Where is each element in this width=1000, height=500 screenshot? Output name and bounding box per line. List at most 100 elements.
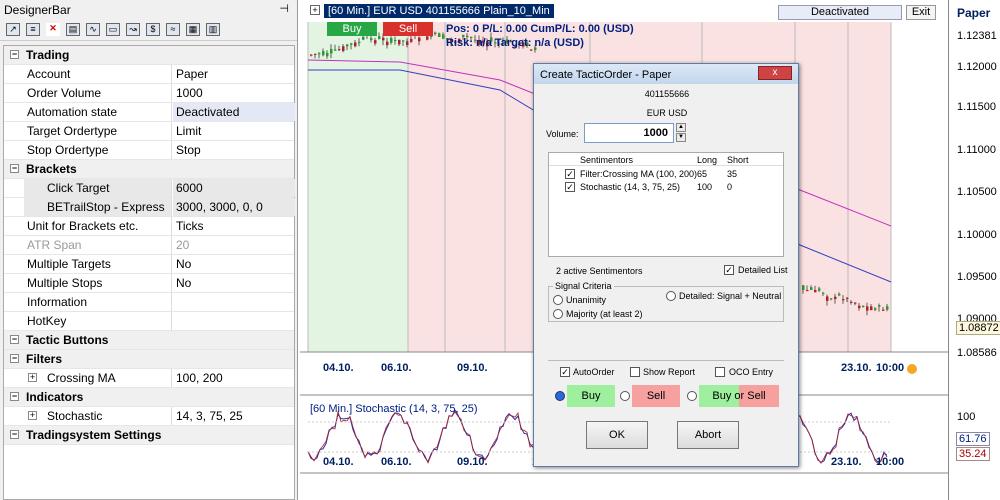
property-value[interactable]: No bbox=[173, 255, 295, 273]
stoch-d-tag: 35.24 bbox=[956, 447, 990, 461]
wave-icon[interactable]: ≈ bbox=[166, 23, 180, 36]
property-value[interactable] bbox=[173, 312, 295, 330]
close-icon[interactable]: x bbox=[758, 66, 792, 80]
property-row[interactable]: HotKey bbox=[4, 312, 294, 331]
list-icon[interactable]: ≡ bbox=[26, 23, 40, 36]
short-value: 35 bbox=[727, 169, 738, 179]
property-row[interactable]: Information bbox=[4, 293, 294, 312]
buy-or-sell-option[interactable]: Buy or Sell bbox=[699, 385, 779, 407]
property-row[interactable]: Multiple Targets No bbox=[4, 255, 294, 274]
volume-down-icon[interactable]: ▼ bbox=[676, 133, 686, 142]
property-value[interactable]: 1000 bbox=[173, 84, 295, 102]
candle-body bbox=[346, 44, 349, 47]
table-icon[interactable]: ▦ bbox=[186, 23, 200, 36]
category-row[interactable]: − Filters bbox=[4, 350, 294, 369]
candle-body bbox=[442, 34, 445, 39]
list-item[interactable]: ✓ Stochastic (14, 3, 75, 25) 100 0 bbox=[549, 181, 783, 193]
collapse-icon[interactable]: − bbox=[10, 164, 19, 173]
list-item[interactable]: ✓ Filter:Crossing MA (100, 200) 65 35 bbox=[549, 168, 783, 180]
chart-line-icon[interactable]: ∿ bbox=[86, 23, 100, 36]
property-value[interactable]: Limit bbox=[173, 122, 295, 140]
property-row[interactable]: Order Volume 1000 bbox=[4, 84, 294, 103]
printer-icon[interactable]: ▭ bbox=[106, 23, 120, 36]
property-row[interactable]: Account Paper bbox=[4, 65, 294, 84]
property-key: Stochastic bbox=[24, 407, 172, 425]
property-value[interactable]: 14, 3, 75, 25 bbox=[173, 407, 295, 425]
property-value[interactable]: 3000, 3000, 0, 0 bbox=[173, 198, 295, 216]
category-row[interactable]: − Trading bbox=[4, 46, 294, 65]
property-value[interactable]: Ticks bbox=[173, 217, 295, 235]
property-row[interactable]: Automation state Deactivated bbox=[4, 103, 295, 122]
property-row[interactable]: Stop Ordertype Stop bbox=[4, 141, 294, 160]
collapse-icon[interactable]: − bbox=[10, 392, 19, 401]
category-row[interactable]: − Indicators bbox=[4, 388, 294, 407]
sentimentor-checkbox[interactable]: ✓ bbox=[565, 169, 575, 179]
sentimentor-checkbox[interactable]: ✓ bbox=[565, 182, 575, 192]
candle-body bbox=[318, 53, 321, 55]
active-count: 2 active Sentimentors bbox=[556, 266, 643, 276]
property-row[interactable]: + Crossing MA 100, 200 bbox=[4, 369, 294, 388]
trend-icon[interactable]: ↝ bbox=[126, 23, 140, 36]
price-axis: Paper 1.12381 1.12000 1.11500 1.11000 1.1050… bbox=[948, 0, 1000, 500]
ok-button[interactable]: OK bbox=[586, 421, 648, 449]
chart-header: + [60 Min.] EUR USD 401155666 Plain_10_M… bbox=[300, 0, 1000, 22]
buy-option[interactable]: Buy bbox=[567, 385, 615, 407]
layout-icon[interactable]: ▥ bbox=[206, 23, 220, 36]
property-row[interactable]: + Stochastic 14, 3, 75, 25 bbox=[4, 407, 294, 426]
exit-button[interactable]: Exit bbox=[906, 5, 936, 20]
property-row[interactable]: Unit for Brackets etc. Ticks bbox=[4, 217, 294, 236]
category-row[interactable]: − Tactic Buttons bbox=[4, 331, 294, 350]
sell-option[interactable]: Sell bbox=[632, 385, 680, 407]
sell-radio[interactable] bbox=[620, 391, 630, 401]
majority-radio[interactable] bbox=[553, 309, 563, 319]
candle-body bbox=[350, 43, 353, 45]
collapse-icon[interactable]: − bbox=[10, 335, 19, 344]
property-value[interactable]: Paper bbox=[173, 65, 295, 83]
category-label: Tradingsystem Settings bbox=[26, 428, 162, 442]
properties-icon[interactable]: ▤ bbox=[66, 23, 80, 36]
y-tick-label: 1.12000 bbox=[957, 61, 997, 73]
property-value[interactable] bbox=[173, 293, 295, 311]
property-value[interactable]: No bbox=[173, 274, 295, 292]
category-row[interactable]: − Tradingsystem Settings bbox=[4, 426, 294, 445]
volume-input[interactable]: 1000 bbox=[584, 123, 674, 143]
sentimentor-list[interactable]: Sentimentors Long Short ✓ Filter:Crossin… bbox=[548, 152, 784, 257]
sell-button[interactable]: Sell bbox=[383, 22, 433, 36]
oco-checkbox[interactable] bbox=[715, 367, 725, 377]
col-long: Long bbox=[697, 155, 718, 165]
property-row[interactable]: +BETrailStop - Express3000, 3000, 0, 0 bbox=[4, 198, 295, 217]
property-value[interactable]: 20 bbox=[173, 236, 295, 254]
showreport-checkbox[interactable] bbox=[630, 367, 640, 377]
property-value[interactable]: 100, 200 bbox=[173, 369, 295, 387]
automation-state[interactable]: Deactivated bbox=[778, 5, 902, 20]
detailed-checkbox[interactable]: ✓ bbox=[724, 265, 734, 275]
candle-body bbox=[882, 309, 885, 311]
collapse-icon[interactable]: − bbox=[10, 50, 19, 59]
candle-body bbox=[374, 40, 377, 44]
property-row[interactable]: Multiple Stops No bbox=[4, 274, 294, 293]
collapse-icon[interactable]: − bbox=[10, 430, 19, 439]
candle-body bbox=[838, 293, 841, 296]
category-row[interactable]: − Brackets bbox=[4, 160, 294, 179]
property-row[interactable]: Target Ordertype Limit bbox=[4, 122, 294, 141]
autoorder-checkbox[interactable]: ✓ bbox=[560, 367, 570, 377]
volume-up-icon[interactable]: ▲ bbox=[676, 123, 686, 132]
wizard-icon[interactable]: ↗ bbox=[6, 23, 20, 36]
buy-radio[interactable] bbox=[555, 391, 565, 401]
collapse-icon[interactable]: − bbox=[10, 354, 19, 363]
property-row[interactable]: ATR Span 20 bbox=[4, 236, 294, 255]
abort-button[interactable]: Abort bbox=[677, 421, 739, 449]
property-value[interactable]: 6000 bbox=[173, 179, 295, 197]
property-row[interactable]: +Click Target6000 bbox=[4, 179, 295, 198]
buy-or-sell-radio[interactable] bbox=[687, 391, 697, 401]
expand-icon[interactable]: + bbox=[310, 5, 320, 15]
detailed-signal-radio[interactable] bbox=[666, 291, 676, 301]
delete-icon[interactable]: ✕ bbox=[46, 23, 60, 36]
dollar-icon[interactable]: $ bbox=[146, 23, 160, 36]
pin-icon[interactable]: ⊣ bbox=[279, 2, 289, 15]
property-value[interactable]: Stop bbox=[173, 141, 295, 159]
property-value[interactable]: Deactivated bbox=[173, 103, 295, 121]
unanimity-radio[interactable] bbox=[553, 295, 563, 305]
buy-button[interactable]: Buy bbox=[327, 22, 377, 36]
property-grid: − Trading Account Paper Order Volume 1000 Auto… bbox=[3, 45, 295, 500]
